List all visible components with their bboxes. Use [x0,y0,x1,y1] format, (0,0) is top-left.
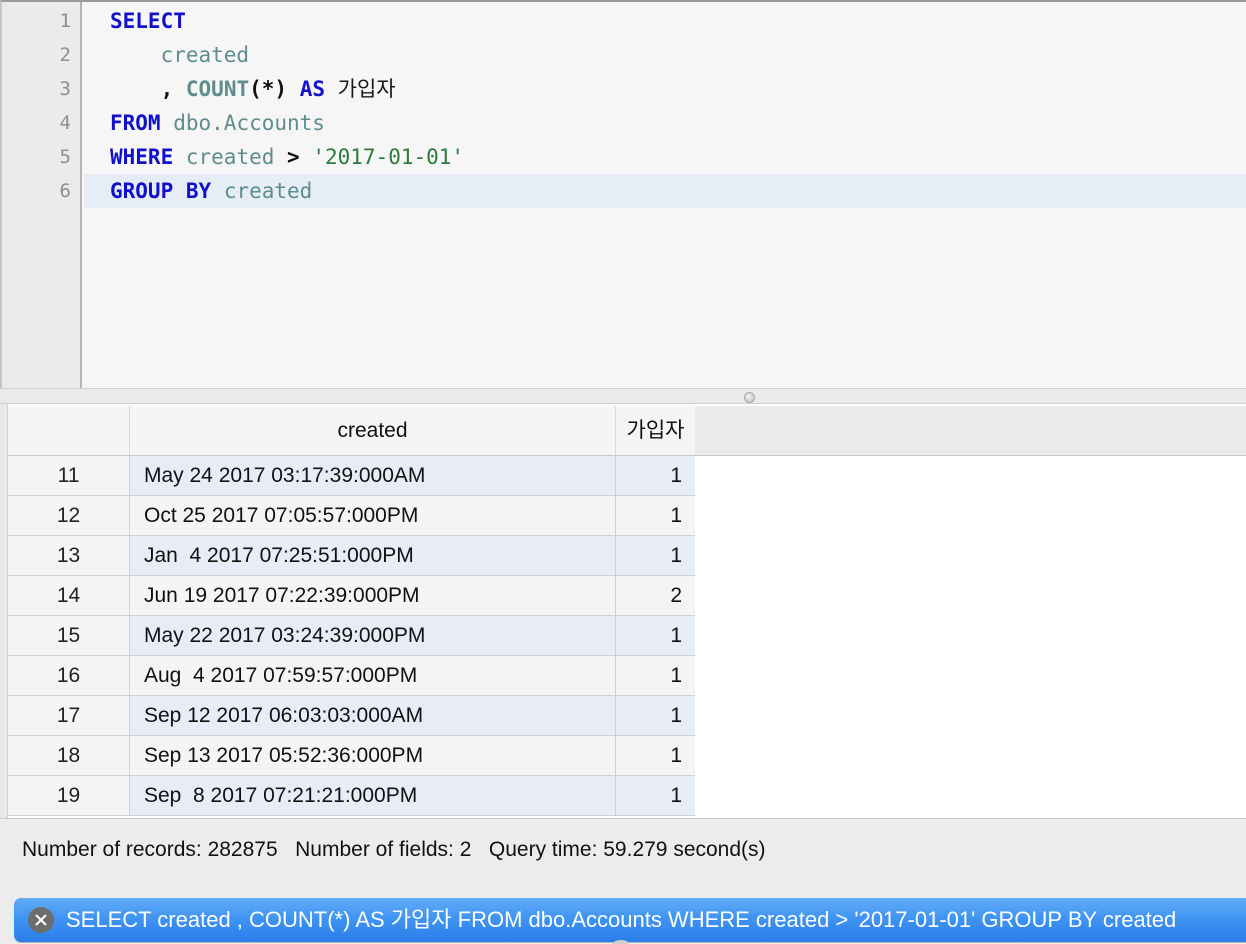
column-header-created[interactable]: created [130,406,616,456]
code-line-6[interactable]: GROUP BY created [84,174,1246,208]
cell-count[interactable]: 1 [616,696,695,736]
cell-rownum[interactable]: 12 [8,496,130,536]
column-header-count[interactable]: 가입자 [616,406,695,456]
table-row[interactable]: 19 Sep 8 2017 07:21:21:000PM 1 [8,776,695,816]
sql-editor-pane[interactable]: 123456 SELECT created , COUNT(*) AS 가입자 F… [0,0,1246,388]
cell-count[interactable]: 1 [616,776,695,816]
code-line-5[interactable]: WHERE created > '2017-01-01' [84,140,1246,174]
code-token: SELECT [110,9,186,33]
close-circle-icon[interactable] [28,907,54,933]
sql-client-window: 123456 SELECT created , COUNT(*) AS 가입자 F… [0,0,1246,944]
code-token: > [287,145,300,169]
line-number-1: 1 [59,10,71,32]
table-row[interactable]: 14 Jun 19 2017 07:22:39:000PM 2 [8,576,695,616]
cell-count[interactable]: 1 [616,456,695,496]
code-token: COUNT [185,77,250,101]
cell-rownum[interactable]: 16 [8,656,130,696]
cell-rownum[interactable]: 14 [8,576,130,616]
table-row[interactable]: 12 Oct 25 2017 07:05:57:000PM 1 [8,496,695,536]
results-grid-pane[interactable]: created 가입자 11 May 24 2017 03:17:39:000AM… [0,404,1246,818]
cell-created[interactable]: Jun 19 2017 07:22:39:000PM [130,576,616,616]
cell-count[interactable]: 1 [616,656,695,696]
cell-created[interactable]: May 22 2017 03:24:39:000PM [130,616,616,656]
code-token: created [185,145,275,169]
results-rows-container[interactable]: 11 May 24 2017 03:17:39:000AM 1 12 Oct 25 20… [8,456,1246,818]
code-token: created [160,43,250,67]
cell-rownum[interactable]: 19 [8,776,130,816]
status-summary-text: Number of records: 282875 Number of fiel… [22,838,766,861]
cell-rownum[interactable]: 18 [8,736,130,776]
code-token: (*) [249,77,288,101]
code-token: WHERE [110,145,174,169]
code-line-2[interactable]: created [84,38,1246,72]
cell-count[interactable]: 1 [616,536,695,576]
splitter-grip-handle[interactable] [744,392,755,403]
editor-line-number-gutter: 1 2 3 4 5 6 [2,2,82,388]
line-number-3: 3 [59,78,71,100]
query-history-query-text: SELECT created , COUNT(*) AS 가입자 FROM db… [66,907,1177,932]
line-number-2: 2 [59,44,71,66]
query-history-selected-bar[interactable]: SELECT created , COUNT(*) AS 가입자 FROM db… [14,898,1246,942]
table-row[interactable]: 16 Aug 4 2017 07:59:57:000PM 1 [8,656,695,696]
bottom-resize-nub[interactable] [612,940,630,944]
code-token: , [160,77,174,101]
results-header-filler [695,406,1246,456]
code-token: '2017-01-01' [312,145,465,169]
pane-splitter[interactable] [0,388,1246,404]
table-row[interactable]: 17 Sep 12 2017 06:03:03:000AM 1 [8,696,695,736]
results-left-rail [0,404,8,818]
cell-rownum[interactable]: 11 [8,456,130,496]
cell-created[interactable]: May 24 2017 03:17:39:000AM [130,456,616,496]
code-token: AS [299,77,325,101]
code-token: created [223,179,313,203]
code-token: FROM [110,111,161,135]
results-header-row: created 가입자 [8,406,1246,456]
code-token: 가입자 [337,77,396,101]
cell-created[interactable]: Sep 12 2017 06:03:03:000AM [130,696,616,736]
cell-count[interactable]: 1 [616,736,695,776]
column-header-rownum[interactable] [8,406,130,456]
cell-created[interactable]: Sep 13 2017 05:52:36:000PM [130,736,616,776]
cell-created[interactable]: Aug 4 2017 07:59:57:000PM [130,656,616,696]
code-token: GROUP [110,179,174,203]
line-number-6: 6 [59,180,71,202]
code-line-1[interactable]: SELECT [84,4,1246,38]
table-row[interactable]: 13 Jan 4 2017 07:25:51:000PM 1 [8,536,695,576]
code-token: BY [185,179,212,203]
results-status-bar: Number of records: 282875 Number of fiel… [0,818,1246,880]
cell-created[interactable]: Oct 25 2017 07:05:57:000PM [130,496,616,536]
line-number-4: 4 [59,112,71,134]
sql-code-area[interactable]: SELECT created , COUNT(*) AS 가입자 FROM dbo… [84,2,1246,388]
code-line-4[interactable]: FROM dbo.Accounts [84,106,1246,140]
cell-count[interactable]: 1 [616,496,695,536]
cell-created[interactable]: Sep 8 2017 07:21:21:000PM [130,776,616,816]
cell-count[interactable]: 2 [616,576,695,616]
code-token: dbo.Accounts [173,111,325,135]
cell-created[interactable]: Jan 4 2017 07:25:51:000PM [130,536,616,576]
line-number-5: 5 [59,146,71,168]
table-row[interactable]: 11 May 24 2017 03:17:39:000AM 1 [8,456,695,496]
cell-rownum[interactable]: 15 [8,616,130,656]
cell-rownum[interactable]: 13 [8,536,130,576]
sql-editor-inner: 123456 SELECT created , COUNT(*) AS 가입자 F… [2,2,1246,388]
cell-rownum[interactable]: 17 [8,696,130,736]
table-row[interactable]: 18 Sep 13 2017 05:52:36:000PM 1 [8,736,695,776]
code-line-3[interactable]: , COUNT(*) AS 가입자 [84,72,1246,106]
cell-count[interactable]: 1 [616,616,695,656]
table-row[interactable]: 15 May 22 2017 03:24:39:000PM 1 [8,616,695,656]
